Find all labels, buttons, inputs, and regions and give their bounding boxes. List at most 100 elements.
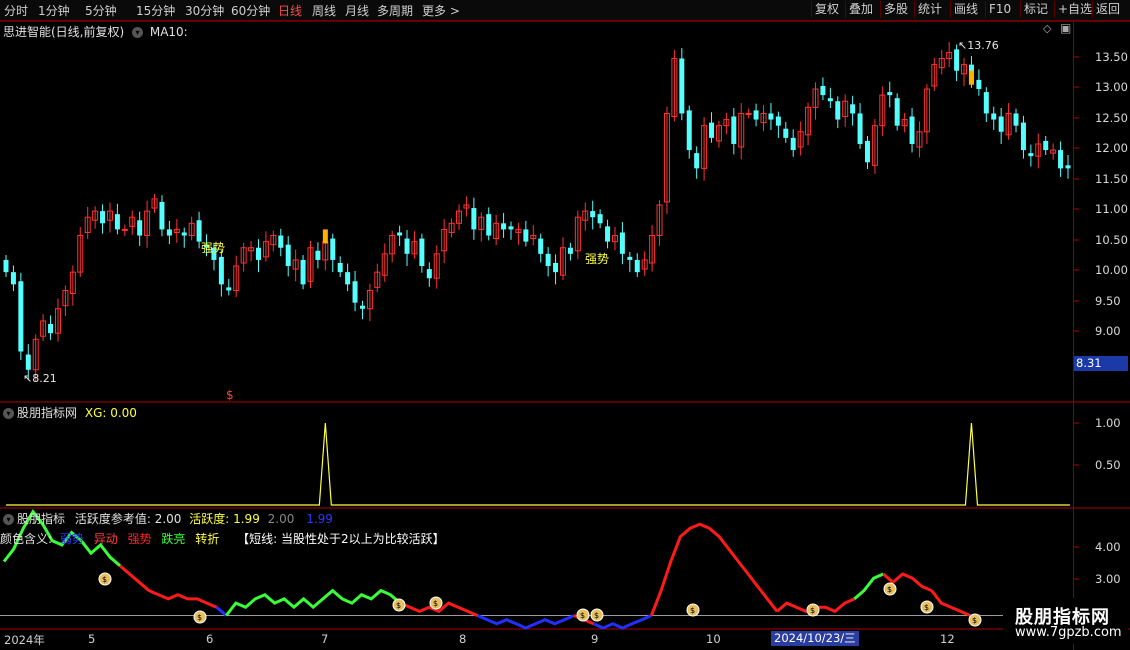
xg-panel-header: ▾ 股朋指标网 XG: 0.00 xyxy=(3,404,137,421)
act-y-tick: 3.00 xyxy=(1095,572,1121,586)
money-bag-icon: $ xyxy=(920,600,934,614)
xg-value-label: XG: 0.00 xyxy=(84,406,137,420)
candle-down xyxy=(337,262,343,273)
money-bag-icon: $ xyxy=(576,608,590,622)
candle-down xyxy=(983,92,989,114)
candle-down xyxy=(835,101,841,120)
strong-signal-label-2: 强势 xyxy=(585,252,610,266)
cursor-date-tag: 2024/10/23/三 xyxy=(771,631,859,646)
candle-down xyxy=(686,110,692,151)
candle-down xyxy=(471,208,477,230)
x-label-month: 5 xyxy=(88,632,96,646)
x-label-month: 7 xyxy=(321,632,329,646)
candle-down xyxy=(1065,165,1071,169)
candle-down xyxy=(820,85,826,96)
candle-down xyxy=(508,226,514,230)
y-tick: 10.00 xyxy=(1095,263,1128,277)
money-bag-sign: $ xyxy=(887,585,892,594)
chevron-down-icon[interactable]: ▾ xyxy=(3,514,14,525)
y-tick: 10.50 xyxy=(1095,233,1128,247)
candle-down xyxy=(3,259,9,273)
candle-down xyxy=(627,256,633,260)
money-bag-icon: $ xyxy=(429,596,443,610)
money-bag-sign: $ xyxy=(690,606,695,615)
candle-down xyxy=(991,113,997,120)
signal-candle xyxy=(322,229,328,244)
activity-panel-title: 股朋指标 xyxy=(17,512,66,526)
y-tick: 11.50 xyxy=(1095,172,1128,186)
money-bag-icon: $ xyxy=(883,582,897,596)
candle-down xyxy=(486,214,492,236)
dollar-marker: $ xyxy=(226,388,234,402)
y-tick: 9.50 xyxy=(1095,294,1121,308)
xg-y-tick: 1.00 xyxy=(1095,416,1121,430)
candle-down xyxy=(181,232,187,236)
candle-down xyxy=(300,259,306,285)
candle-down xyxy=(775,116,781,126)
candle-down xyxy=(100,211,106,224)
candle-down xyxy=(768,113,774,120)
legend-abnormal: 异动 xyxy=(93,532,118,546)
candle-down xyxy=(218,256,224,285)
candle-down xyxy=(426,269,432,279)
candle-down xyxy=(345,272,351,285)
chevron-down-icon[interactable]: ▾ xyxy=(3,408,14,419)
candle-down xyxy=(359,305,365,309)
activity-line-red xyxy=(930,589,971,617)
activity-value-label: 活跃度: 1.99 xyxy=(189,512,260,526)
money-bag-sign: $ xyxy=(102,575,107,584)
money-bag-sign: $ xyxy=(433,599,438,608)
candle-down xyxy=(567,247,573,254)
money-bag-icon: $ xyxy=(193,610,207,624)
candle-down xyxy=(226,287,232,291)
legend-fall: 跌亮 xyxy=(161,532,186,546)
candle-down xyxy=(709,122,715,138)
candle-down xyxy=(315,250,321,260)
legend-prefix: 颜色含义: xyxy=(0,532,53,546)
money-bag-sign: $ xyxy=(810,606,815,615)
x-label-month: 6 xyxy=(206,632,214,646)
activity-line-green xyxy=(225,588,402,617)
candle-down xyxy=(553,262,559,273)
candle-down xyxy=(694,153,700,169)
activity-line-blue xyxy=(476,614,575,630)
candle-down xyxy=(256,247,262,260)
candle-down xyxy=(909,116,915,144)
xg-y-tick: 0.50 xyxy=(1095,458,1121,472)
xg-line xyxy=(6,422,1070,506)
candle-down xyxy=(976,79,982,90)
candle-down xyxy=(887,92,893,96)
candle-down xyxy=(330,238,336,260)
activity-panel-header: ▾ 股朋指标 活跃度参考值: 2.00 活跃度: 1.99 2.00 1.99 xyxy=(3,510,333,527)
candle-down xyxy=(850,104,856,114)
candle-down xyxy=(827,98,833,102)
y-tick: 12.00 xyxy=(1095,141,1128,155)
activity-line-blue xyxy=(215,606,228,617)
y-tick: 9.00 xyxy=(1095,324,1121,338)
candle-down xyxy=(114,214,120,230)
candle-down xyxy=(753,110,759,120)
candle-down xyxy=(523,229,529,242)
candle-up xyxy=(121,228,128,231)
grey-value: 2.00 xyxy=(267,512,295,526)
x-label-month: 9 xyxy=(591,632,599,646)
candle-down xyxy=(404,238,410,254)
candle-down xyxy=(1013,113,1019,126)
activity-line-green xyxy=(853,572,884,601)
activity-line-red xyxy=(650,522,779,617)
candle-down xyxy=(605,226,611,242)
money-bag-icon: $ xyxy=(98,572,112,586)
x-label-month: 12 xyxy=(940,632,955,646)
chart-canvas[interactable]: $ $ $ $ $ $ $ $ $ $ $ xyxy=(0,0,1130,650)
candle-down xyxy=(18,281,24,352)
candle-down xyxy=(419,238,425,267)
candle-down xyxy=(159,201,165,230)
money-bag-icon: $ xyxy=(686,603,700,617)
candle-down xyxy=(278,235,284,248)
candle-down xyxy=(597,214,603,224)
money-bag-sign: $ xyxy=(594,611,599,620)
candle-down xyxy=(894,98,900,126)
candle-down xyxy=(731,116,737,144)
candle-down xyxy=(501,223,507,230)
candle-down xyxy=(954,49,960,71)
